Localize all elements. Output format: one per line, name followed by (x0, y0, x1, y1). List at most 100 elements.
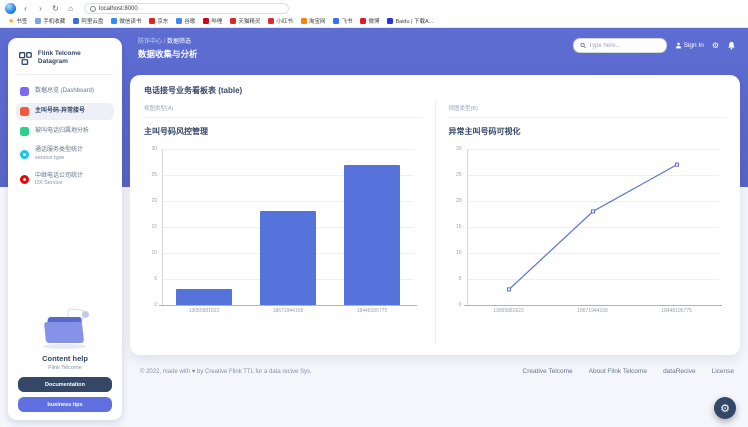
bar-chart-panel: 视图类型(A) 主叫号码风控管理 05101520253013055881622… (144, 100, 436, 344)
address-bar[interactable]: i localhost:8000 (84, 3, 289, 14)
favicon-icon (149, 18, 155, 24)
app-viewport: Flink Telcome Datagram 数据总览 (Dashboard)主… (0, 28, 748, 427)
gear-icon: ⚙ (720, 402, 730, 415)
bar-series-0 (344, 165, 399, 305)
page-title: 数据收集与分析 (138, 48, 198, 60)
copyright-text: © 2022, made with ♥ by Creative Flink TT… (140, 369, 312, 375)
footer-link[interactable]: License (712, 368, 734, 375)
bookmark-label: 手机收藏 (43, 17, 65, 25)
help-subtitle: Flink Telcome (18, 365, 112, 371)
footer-link[interactable]: Creative Telcome (523, 368, 573, 375)
favicon-icon (230, 18, 236, 24)
x-tick-label: 18448105775 (330, 308, 414, 314)
sidebar-help: Content help Flink Telcome Documentation… (16, 307, 114, 412)
bookmark-item[interactable]: 京东 (149, 17, 168, 25)
search-input[interactable] (589, 43, 660, 49)
bar-chart: 0510152025301305588162218671944168184481… (144, 141, 422, 319)
bookmark-label: 天猫精灵 (238, 17, 260, 25)
sidebar-item-label: 数据总览 (Dashboard) (35, 88, 94, 96)
sidebar: Flink Telcome Datagram 数据总览 (Dashboard)主… (8, 38, 122, 420)
sidebar-item[interactable]: 通话服务类型统计service type (16, 143, 114, 165)
line-chart-panel: 视图类型(B) 异常主叫号码可视化 0510152025301305588162… (436, 100, 727, 344)
notifications-bell-icon[interactable] (727, 41, 736, 50)
dashboard-card: 电话接号业务看板表 (table) 视图类型(A) 主叫号码风控管理 05101… (130, 75, 740, 355)
y-tick-label: 10 (144, 250, 157, 256)
home-icon[interactable]: ⌂ (65, 3, 76, 14)
breadcrumb-separator: / (164, 39, 166, 45)
bookmark-item[interactable]: 微博 (360, 17, 379, 25)
bookmark-label: 京东 (157, 17, 168, 25)
sign-in-label: Sign In (684, 42, 704, 49)
x-tick-label: 13055881622 (162, 308, 246, 314)
breadcrumb-root[interactable]: 防诈中心 (138, 39, 162, 45)
documentation-button[interactable]: Documentation (18, 377, 112, 392)
callee-location-icon (20, 127, 29, 136)
back-icon[interactable]: ‹ (20, 3, 31, 14)
bookmark-label: 飞书 (341, 17, 352, 25)
breadcrumb-current: 数据筛选 (167, 39, 191, 45)
bookmark-label: Baidu | 下载A... (395, 17, 433, 25)
favicon-icon (111, 18, 117, 24)
service-type-icon (20, 150, 29, 159)
bookmark-item[interactable]: 微信读书 (111, 17, 141, 25)
bookmark-item[interactable]: 谷歌 (176, 17, 195, 25)
browser-logo-icon[interactable] (5, 3, 16, 14)
bookmark-item[interactable]: 飞书 (333, 17, 352, 25)
favicon-icon (268, 18, 274, 24)
bookmarks-bar: ★书签 手机收藏 阿里云盘 微信读书 京东谷歌 哔哩 天猫精灵 小红书 淘宝网 飞书 微博 Baidu… (0, 15, 748, 28)
bookmark-label: 书签 (16, 17, 27, 25)
business-tips-button[interactable]: business tips (18, 397, 112, 412)
bookmark-label: 淘宝网 (309, 17, 326, 25)
card-title: 电话接号业务看板表 (table) (144, 85, 726, 96)
bar-chart-heading: 主叫号码风控管理 (144, 126, 422, 137)
sidebar-item-label: 中继电话公司统计DX Service (35, 173, 83, 187)
breadcrumb: 防诈中心 / 数据筛选 (138, 36, 198, 45)
sidebar-item-label: 主叫号码-异常接号 (35, 108, 85, 116)
favicon-icon (203, 18, 209, 24)
line-series-0 (449, 141, 727, 319)
person-icon (675, 42, 682, 49)
folder-illustration-icon (37, 307, 93, 349)
brand-logo-icon (18, 51, 33, 66)
bookmark-item[interactable]: 天猫精灵 (230, 17, 260, 25)
footer-link[interactable]: dataRecive (663, 368, 696, 375)
bookmark-label: 微博 (368, 17, 379, 25)
bar-series-0 (260, 211, 315, 305)
settings-fab[interactable]: ⚙ (714, 397, 736, 419)
refresh-icon[interactable]: ↻ (50, 3, 61, 14)
bookmark-item[interactable]: 手机收藏 (35, 17, 65, 25)
bookmark-label: 哔哩 (211, 17, 222, 25)
sidebar-item[interactable]: 主叫号码-异常接号 (16, 103, 114, 120)
sidebar-item-label: 通话服务类型统计service type (35, 147, 83, 161)
dx-service-icon (20, 175, 29, 184)
url-text: localhost:8000 (99, 6, 138, 12)
sidebar-item[interactable]: 数据总览 (Dashboard) (16, 83, 114, 100)
favicon-icon (35, 18, 41, 24)
dashboard-icon (20, 87, 29, 96)
bookmark-label: 小红书 (276, 17, 293, 25)
y-tick-label: 5 (144, 276, 157, 282)
bookmark-label: 阿里云盘 (81, 17, 103, 25)
x-tick-label: 18671944168 (246, 308, 330, 314)
footer-link[interactable]: About Flink Telcome (589, 368, 647, 375)
site-info-icon[interactable]: i (90, 6, 96, 12)
forward-icon[interactable]: › (35, 3, 46, 14)
favicon-icon (73, 18, 79, 24)
bookmark-label: 微信读书 (119, 17, 141, 25)
bookmark-item[interactable]: 阿里云盘 (73, 17, 103, 25)
page-header: 防诈中心 / 数据筛选 数据收集与分析 (138, 36, 198, 60)
bookmark-item[interactable]: 哔哩 (203, 17, 222, 25)
header-controls: Sign In ⚙ (573, 38, 736, 53)
bookmark-item[interactable]: Baidu | 下载A... (387, 17, 433, 25)
bookmark-item[interactable]: ★书签 (8, 17, 27, 25)
bookmark-item[interactable]: 小红书 (268, 17, 293, 25)
sign-in-button[interactable]: Sign In (675, 42, 704, 49)
bar-series-0 (176, 289, 231, 305)
sidebar-item[interactable]: 中继电话公司统计DX Service (16, 169, 114, 191)
search-box[interactable] (573, 38, 667, 53)
favicon-icon (387, 18, 393, 24)
sidebar-item[interactable]: 被叫电话归属地分析 (16, 123, 114, 140)
favicon-icon (360, 18, 366, 24)
settings-gear-icon[interactable]: ⚙ (712, 42, 719, 50)
bookmark-item[interactable]: 淘宝网 (301, 17, 326, 25)
